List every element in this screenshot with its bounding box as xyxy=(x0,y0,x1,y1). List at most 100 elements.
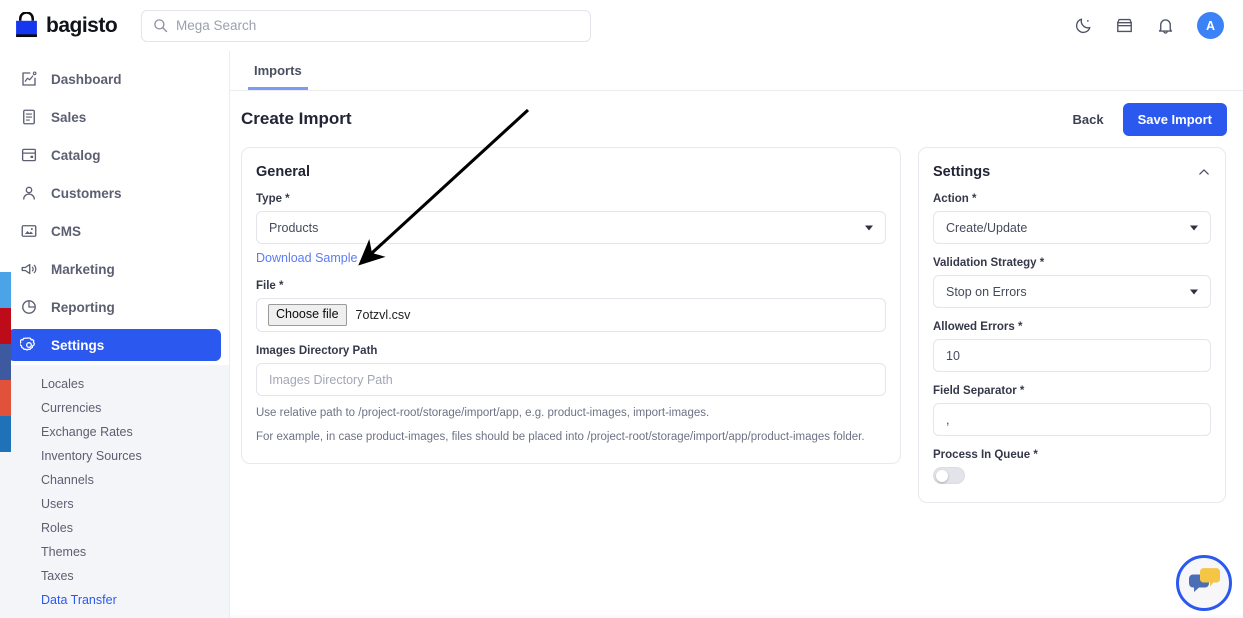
sidebar-subitem-locales[interactable]: Locales xyxy=(0,372,229,396)
sidebar-subitem-label: Inventory Sources xyxy=(41,449,142,463)
sidebar-subitem-label: Taxes xyxy=(41,569,74,583)
sidebar-item-label: Sales xyxy=(51,109,87,125)
search-icon xyxy=(154,19,168,33)
sidebar-subitem-inventory-sources[interactable]: Inventory Sources xyxy=(0,444,229,468)
search-input[interactable] xyxy=(176,18,579,33)
brand-logo[interactable]: bagisto xyxy=(14,11,120,40)
catalog-icon xyxy=(21,148,37,162)
marketing-icon xyxy=(21,263,37,275)
file-label: File * xyxy=(256,280,284,292)
chevron-up-icon[interactable] xyxy=(1197,165,1211,179)
sidebar-item-label: Settings xyxy=(51,337,105,353)
sidebar-subitem-currencies[interactable]: Currencies xyxy=(0,396,229,420)
action-select[interactable]: Create/Update xyxy=(933,211,1211,244)
cards-row: General Type * Products Download Sample … xyxy=(241,147,1232,503)
dashboard-icon xyxy=(22,71,37,86)
sales-icon xyxy=(23,109,35,125)
settings-card-header: Settings xyxy=(933,164,1211,180)
sidebar-item-reporting[interactable]: Reporting xyxy=(8,291,221,323)
sidebar-item-label: Catalog xyxy=(51,147,101,163)
sidebar-item-label: Customers xyxy=(51,185,122,201)
gear-icon xyxy=(20,337,35,351)
customers-icon xyxy=(23,186,35,200)
action-selected-value: Create/Update xyxy=(946,220,1028,235)
general-card-title: General xyxy=(256,164,310,180)
sidebar-subitem-data-transfer[interactable]: Data Transfer xyxy=(0,588,229,612)
sidebar-item-cms[interactable]: CMS xyxy=(8,215,221,247)
chat-widget-button[interactable] xyxy=(1176,555,1232,611)
sidebar-subitem-users[interactable]: Users xyxy=(0,492,229,516)
sidebar-subitem-label: Themes xyxy=(41,545,87,559)
file-input-row[interactable]: Choose file 7otzvl.csv xyxy=(256,298,886,332)
chevron-down-icon xyxy=(1190,289,1198,294)
cms-icon xyxy=(21,225,37,237)
dark-mode-icon[interactable] xyxy=(1074,16,1093,35)
sidebar-item-label: Dashboard xyxy=(51,71,122,87)
settings-card-title: Settings xyxy=(933,164,991,180)
sidebar-item-label: CMS xyxy=(51,223,81,239)
sidebar-item-label: Reporting xyxy=(51,299,115,315)
sidebar-subitem-themes[interactable]: Themes xyxy=(0,540,229,564)
reporting-icon xyxy=(22,300,36,314)
validation-strategy-selected-value: Stop on Errors xyxy=(946,284,1027,299)
general-card-header: General xyxy=(256,164,886,180)
validation-strategy-label: Validation Strategy * xyxy=(933,257,1045,269)
action-label: Action * xyxy=(933,193,977,205)
page-title: Create Import xyxy=(241,109,352,128)
allowed-errors-input[interactable] xyxy=(933,339,1211,372)
sidebar-item-dashboard[interactable]: Dashboard xyxy=(8,63,221,95)
store-icon[interactable] xyxy=(1115,16,1134,35)
images-directory-input[interactable] xyxy=(256,363,886,396)
tab-imports[interactable]: Imports xyxy=(248,63,308,90)
helper-text-line-2: For example, in case product-images, fil… xyxy=(256,430,865,443)
page-header: Create Import Back Save Import xyxy=(230,91,1243,147)
process-in-queue-toggle[interactable] xyxy=(933,467,965,484)
sidebar-subitem-label: Roles xyxy=(41,521,73,535)
type-select[interactable]: Products xyxy=(256,211,886,244)
bell-icon[interactable] xyxy=(1156,16,1175,35)
choose-file-button[interactable]: Choose file xyxy=(268,304,347,326)
process-in-queue-field: Process In Queue * xyxy=(933,449,1211,484)
save-import-button[interactable]: Save Import xyxy=(1122,102,1227,136)
sidebar-item-customers[interactable]: Customers xyxy=(8,177,221,209)
top-bar-actions: A xyxy=(1074,12,1224,39)
main-content: Imports Create Import Back Save Import G… xyxy=(230,51,1243,618)
mega-search[interactable] xyxy=(141,9,591,42)
shopping-bag-icon xyxy=(16,11,37,37)
process-in-queue-label: Process In Queue * xyxy=(933,449,1038,461)
form-body: General Type * Products Download Sample … xyxy=(230,147,1243,615)
page-header-actions: Back Save Import xyxy=(1073,102,1227,136)
sidebar-item-label: Marketing xyxy=(51,261,115,277)
action-field: Action * Create/Update xyxy=(933,193,1211,244)
sidebar-subitem-label: Currencies xyxy=(41,401,102,415)
sidebar-item-sales[interactable]: Sales xyxy=(8,101,221,133)
sidebar-item-settings[interactable]: Settings xyxy=(8,329,221,361)
general-card: General Type * Products Download Sample … xyxy=(241,147,901,465)
color-rail-band-0 xyxy=(0,272,11,308)
validation-strategy-select[interactable]: Stop on Errors xyxy=(933,275,1211,308)
field-separator-input[interactable] xyxy=(933,403,1211,436)
tab-bar: Imports xyxy=(230,51,1243,91)
back-button[interactable]: Back xyxy=(1073,112,1104,127)
sidebar-subitem-taxes[interactable]: Taxes xyxy=(0,564,229,588)
settings-card: Settings Action * Create/Update Validati… xyxy=(918,147,1226,503)
download-sample-link[interactable]: Download Sample xyxy=(256,251,357,265)
allowed-errors-field: Allowed Errors * xyxy=(933,321,1211,372)
sidebar-subitem-roles[interactable]: Roles xyxy=(0,516,229,540)
avatar[interactable]: A xyxy=(1197,12,1224,39)
type-selected-value: Products xyxy=(269,220,319,235)
type-label: Type * xyxy=(256,193,290,205)
sidebar-subitem-exchange-rates[interactable]: Exchange Rates xyxy=(0,420,229,444)
color-rail-band-3 xyxy=(0,380,11,416)
file-field: File * Choose file 7otzvl.csv xyxy=(256,280,886,332)
sidebar-item-marketing[interactable]: Marketing xyxy=(8,253,221,285)
helper-text-line-1: Use relative path to /project-root/stora… xyxy=(256,407,710,419)
sidebar-subitem-channels[interactable]: Channels xyxy=(0,468,229,492)
sidebar-subitem-label: Users xyxy=(41,497,74,511)
images-directory-field: Images Directory Path xyxy=(256,345,886,396)
sidebar-submenu-settings: Locales Currencies Exchange Rates Invent… xyxy=(0,365,229,618)
sidebar-item-catalog[interactable]: Catalog xyxy=(8,139,221,171)
top-bar: bagisto A xyxy=(0,0,1243,51)
sidebar-subitem-label: Exchange Rates xyxy=(41,425,133,439)
sidebar-subitem-label: Locales xyxy=(41,377,85,391)
